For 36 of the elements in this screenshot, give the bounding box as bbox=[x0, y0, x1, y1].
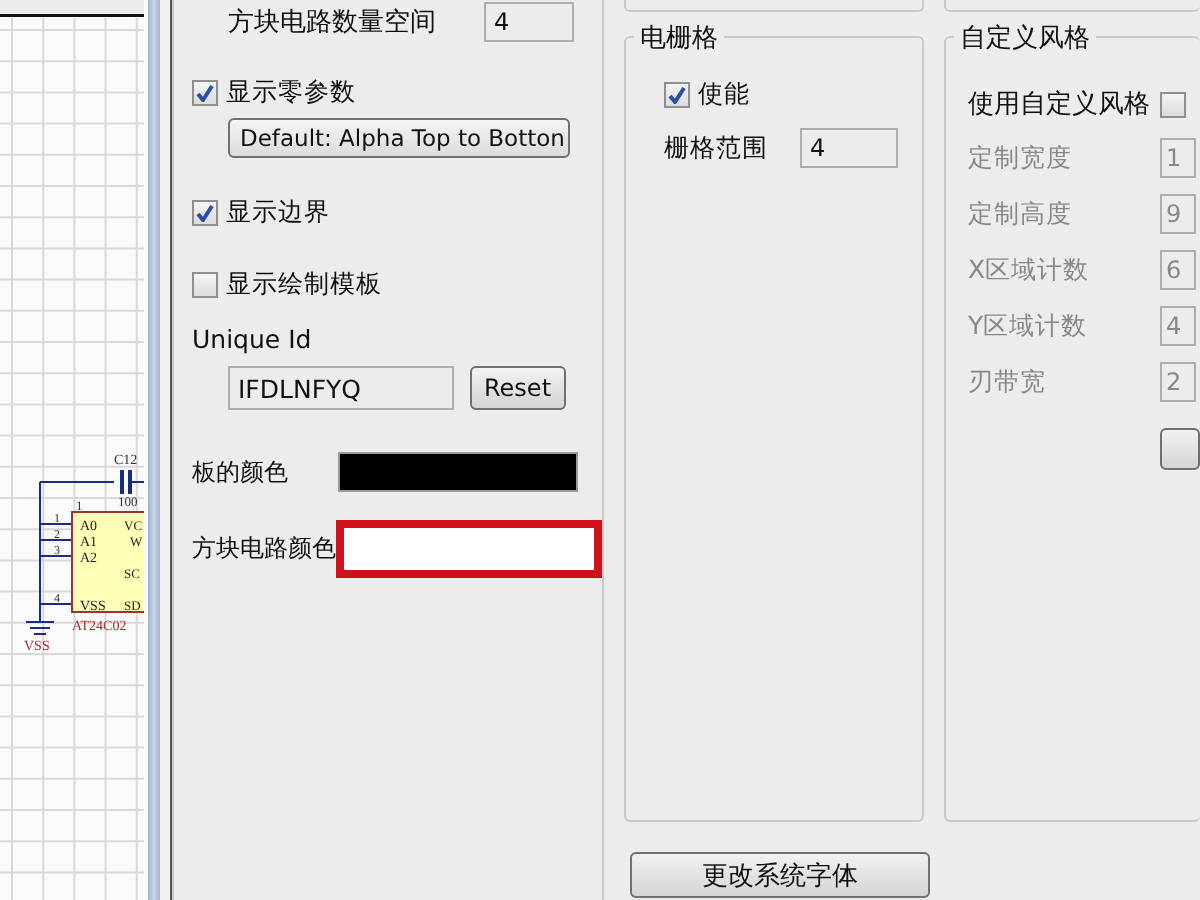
input-field[interactable]: IFDLNFYQ bbox=[228, 366, 454, 410]
field-label: 方块电路颜色 bbox=[192, 532, 337, 566]
chip-body bbox=[71, 511, 144, 613]
capacitor-symbol bbox=[120, 468, 132, 496]
sort-dropdown[interactable]: Default: Alpha Top to Botton bbox=[228, 118, 570, 158]
change-font-button[interactable]: 更改系统字体 bbox=[630, 852, 930, 898]
checkbox[interactable] bbox=[192, 272, 218, 298]
color-swatch[interactable] bbox=[338, 452, 578, 492]
reset-button[interactable]: Reset bbox=[470, 366, 566, 410]
group-title: 自定义风格 bbox=[954, 20, 1096, 56]
checkbox-label: 使能 bbox=[698, 78, 750, 112]
field-label: X区域计数 bbox=[968, 253, 1092, 287]
checkbox[interactable] bbox=[192, 80, 218, 106]
field-label: 定制宽度 bbox=[968, 141, 1074, 175]
field-label: 定制高度 bbox=[968, 197, 1074, 231]
checkbox-label: 使用自定义风格 bbox=[968, 88, 1152, 122]
ground-icon bbox=[25, 607, 55, 635]
canvas-border bbox=[0, 0, 144, 17]
color-swatch[interactable] bbox=[336, 520, 602, 578]
checkbox[interactable] bbox=[192, 200, 218, 226]
input-field[interactable]: 4 bbox=[800, 128, 898, 168]
input-field[interactable]: 4 bbox=[484, 2, 574, 42]
button[interactable] bbox=[1160, 428, 1200, 470]
field-label: Y区域计数 bbox=[968, 309, 1090, 343]
checkbox-label: 显示零参数 bbox=[226, 76, 356, 110]
group-title: 电栅格 bbox=[634, 20, 724, 56]
checkbox[interactable] bbox=[664, 82, 690, 108]
field-label: 栅格范围 bbox=[664, 131, 770, 165]
field-label: 刃带宽 bbox=[968, 365, 1048, 399]
wire bbox=[39, 481, 144, 609]
checkbox-label: 显示边界 bbox=[226, 196, 330, 230]
field-label: Unique Id bbox=[192, 324, 314, 354]
checkbox-label: 显示绘制模板 bbox=[226, 268, 382, 302]
field-label: 方块电路数量空间 bbox=[228, 6, 438, 40]
checkbox[interactable] bbox=[1160, 91, 1186, 117]
field-label: 板的颜色 bbox=[192, 455, 290, 489]
